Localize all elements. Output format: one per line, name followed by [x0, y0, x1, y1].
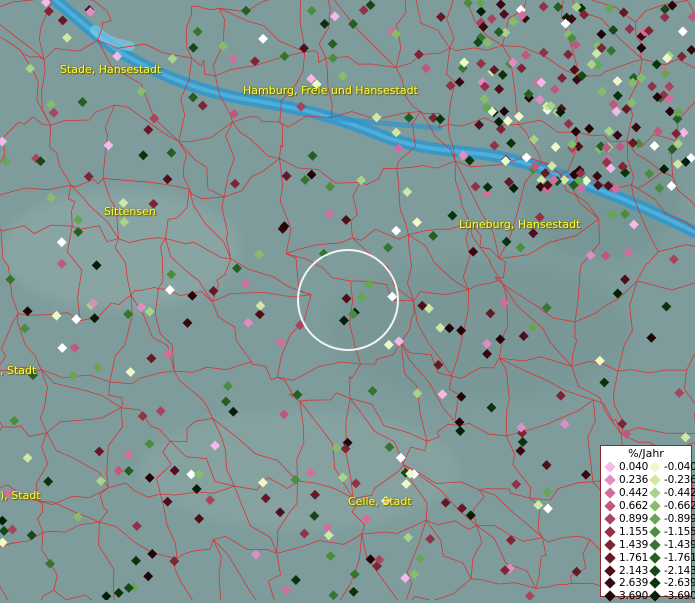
legend-value: 0.040: [619, 461, 648, 473]
legend-value: 0.236: [619, 474, 648, 486]
legend-entry: 0.662: [601, 500, 646, 512]
legend-value: 0.442: [619, 487, 648, 499]
legend-entry: -0.662: [646, 500, 691, 512]
legend-swatch: [604, 578, 615, 589]
legend-value: 1.439: [619, 539, 648, 551]
legend-value: -0.899: [664, 513, 695, 525]
legend-entry: -1.439: [646, 539, 691, 551]
legend-entry: 0.899: [601, 513, 646, 525]
legend-entry: 2.639: [601, 577, 646, 589]
legend-row: 0.040-0.040: [601, 461, 691, 474]
legend-swatch: [649, 565, 660, 576]
legend-value: -2.143: [664, 565, 695, 577]
legend-swatch: [649, 500, 660, 511]
legend: %/Jahr 0.040-0.0400.236-0.2360.442-0.442…: [600, 445, 692, 597]
legend-entry: 0.236: [601, 474, 646, 486]
legend-value: -1.439: [664, 539, 695, 551]
legend-entry: -0.040: [646, 461, 691, 473]
legend-swatch: [604, 488, 615, 499]
legend-swatch: [649, 488, 660, 499]
legend-swatch: [604, 475, 615, 486]
legend-rows: 0.040-0.0400.236-0.2360.442-0.4420.662-0…: [601, 461, 691, 603]
legend-title: %/Jahr: [601, 447, 691, 461]
legend-entry: -1.155: [646, 526, 691, 538]
legend-entry: 1.439: [601, 539, 646, 551]
legend-row: 2.639-2.639: [601, 577, 691, 590]
legend-swatch: [604, 513, 615, 524]
legend-value: -1.155: [664, 526, 695, 538]
place-label-stade: Stade, Hansestadt: [60, 63, 161, 76]
place-label-stadt-left-2: ), Stadt: [0, 489, 41, 502]
legend-value: 1.155: [619, 526, 648, 538]
legend-swatch: [604, 565, 615, 576]
legend-swatch: [649, 552, 660, 563]
legend-row: 0.236-0.236: [601, 474, 691, 487]
legend-row: 0.442-0.442: [601, 487, 691, 500]
legend-swatch: [604, 552, 615, 563]
legend-value: -3.690: [664, 590, 695, 602]
place-label-sittensen: Sittensen: [104, 205, 156, 218]
legend-row: 1.761-1.761: [601, 551, 691, 564]
legend-value: -0.442: [664, 487, 695, 499]
place-label-celle: Celle, Stadt: [348, 495, 412, 508]
legend-swatch: [649, 578, 660, 589]
legend-entry: 0.040: [601, 461, 646, 473]
legend-value: 2.143: [619, 565, 648, 577]
place-label-stadt-left-1: , Stadt: [0, 364, 36, 377]
legend-value: -2.639: [664, 577, 695, 589]
legend-swatch: [649, 462, 660, 473]
legend-entry: 0.442: [601, 487, 646, 499]
legend-entry: 1.761: [601, 552, 646, 564]
legend-value: 1.761: [619, 552, 648, 564]
legend-value: -0.236: [664, 474, 695, 486]
legend-swatch: [649, 526, 660, 537]
legend-swatch: [604, 500, 615, 511]
legend-entry: -1.761: [646, 552, 691, 564]
legend-value: 2.639: [619, 577, 648, 589]
place-label-lueneburg: Lüneburg, Hansestadt: [459, 218, 580, 231]
legend-entry: -0.236: [646, 474, 691, 486]
legend-swatch: [604, 591, 615, 602]
legend-entry: -2.639: [646, 577, 691, 589]
legend-value: -1.761: [664, 552, 695, 564]
legend-entry: -0.442: [646, 487, 691, 499]
legend-swatch: [604, 526, 615, 537]
legend-swatch: [604, 462, 615, 473]
legend-row: 0.899-0.899: [601, 513, 691, 526]
legend-value: 0.899: [619, 513, 648, 525]
legend-value: 3.690: [619, 590, 648, 602]
legend-entry: -2.143: [646, 565, 691, 577]
legend-swatch: [649, 591, 660, 602]
legend-value: -0.662: [664, 500, 695, 512]
place-label-hamburg: Hamburg, Freie und Hansestadt: [243, 84, 418, 97]
legend-value: -0.040: [664, 461, 695, 473]
legend-entry: -0.899: [646, 513, 691, 525]
legend-row: 0.662-0.662: [601, 500, 691, 513]
legend-row: 1.439-1.439: [601, 538, 691, 551]
legend-row: 3.690-3.690: [601, 590, 691, 603]
legend-swatch: [604, 539, 615, 550]
legend-entry: -3.690: [646, 590, 691, 602]
legend-entry: 1.155: [601, 526, 646, 538]
legend-entry: 3.690: [601, 590, 646, 602]
legend-row: 1.155-1.155: [601, 525, 691, 538]
legend-entry: 2.143: [601, 565, 646, 577]
legend-swatch: [649, 513, 660, 524]
legend-swatch: [649, 539, 660, 550]
legend-row: 2.143-2.143: [601, 564, 691, 577]
legend-value: 0.662: [619, 500, 648, 512]
legend-swatch: [649, 475, 660, 486]
